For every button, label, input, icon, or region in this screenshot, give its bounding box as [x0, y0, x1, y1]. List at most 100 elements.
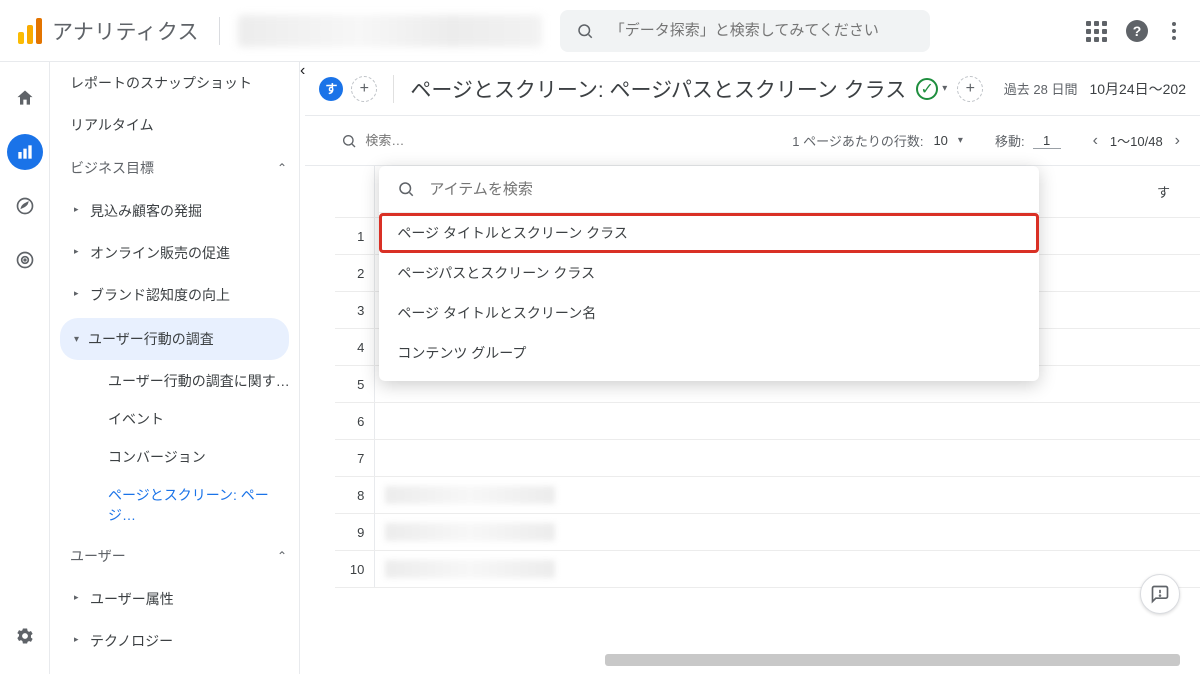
rows-per-page-label: 1 ページあたりの行数:	[792, 131, 923, 150]
data-table: す 12345678910 ページ タイトルとスクリーン クラス ページパスとス…	[305, 166, 1200, 588]
table-row[interactable]: 9	[335, 514, 1200, 551]
nav-advertising-icon[interactable]	[7, 242, 43, 278]
nav-home-icon[interactable]	[7, 80, 43, 116]
dimension-picker-popover: ページ タイトルとスクリーン クラス ページパスとスクリーン クラス ページ タ…	[379, 166, 1039, 381]
apps-icon[interactable]	[1086, 21, 1106, 41]
search-icon	[576, 22, 594, 40]
table-row[interactable]: 6	[335, 403, 1200, 440]
dimension-option-page-path-screen-class[interactable]: ページパスとスクリーン クラス	[379, 253, 1039, 293]
report-titlebar: す + ページとスクリーン: ページパスとスクリーン クラス ✓ ▾ + 過去 …	[305, 62, 1200, 116]
table-search[interactable]	[341, 133, 485, 149]
next-page-button[interactable]: ›	[1169, 128, 1186, 154]
sidebar-item-label: 見込み顧客の発掘	[90, 201, 202, 221]
segment-badge[interactable]: す	[319, 77, 343, 101]
sidebar-group-label: ビジネス目標	[70, 158, 154, 178]
nav-admin-icon[interactable]	[7, 618, 43, 654]
sidebar-item-pages-screens[interactable]: ページとスクリーン: ページ…	[100, 476, 299, 534]
sidebar-group-users[interactable]: ユーザー ⌃	[50, 534, 299, 578]
divider	[393, 75, 394, 103]
pager: ‹ 1〜10/48 ›	[1087, 128, 1186, 154]
nav-reports-icon[interactable]	[7, 134, 43, 170]
header-actions: ?	[1086, 18, 1190, 44]
row-number: 9	[335, 514, 375, 550]
rows-per-page-value: 10	[929, 133, 951, 149]
sidebar-item-label: ページとスクリーン: ページ…	[108, 485, 291, 525]
prev-page-button[interactable]: ‹	[1087, 128, 1104, 154]
sidebar-item-label: ユーザー行動の調査	[88, 329, 214, 349]
row-number: 7	[335, 440, 375, 476]
status-check-icon[interactable]: ✓	[916, 78, 938, 100]
feedback-button[interactable]	[1140, 574, 1180, 614]
row-number: 3	[335, 292, 375, 328]
option-label: ページパスとスクリーン クラス	[397, 265, 595, 281]
sidebar-item-label: テクノロジー	[90, 631, 173, 651]
row-number: 2	[335, 255, 375, 291]
dimension-option-page-title-screen-name[interactable]: ページ タイトルとスクリーン名	[379, 293, 1039, 333]
product-logo[interactable]: アナリティクス	[10, 16, 207, 46]
row-number: 8	[335, 477, 375, 513]
row-number: 5	[335, 366, 375, 402]
sidebar-item-label: レポートのスナップショット	[70, 73, 252, 93]
sort-column-header[interactable]: す	[1157, 182, 1200, 201]
table-corner	[335, 166, 375, 217]
sidebar-item-behavior-insight[interactable]: ユーザー行動の調査に関す…	[100, 362, 299, 400]
dimension-option-page-title-screen-class[interactable]: ページ タイトルとスクリーン クラス	[379, 213, 1039, 253]
sidebar-realtime[interactable]: リアルタイム	[50, 104, 299, 146]
row-content-redacted	[385, 523, 555, 541]
sidebar-item-sales[interactable]: オンライン販売の促進	[82, 232, 299, 274]
global-search[interactable]	[560, 10, 930, 52]
dimension-search-input[interactable]	[429, 181, 1021, 198]
row-content-redacted	[385, 486, 555, 504]
feedback-icon	[1150, 584, 1170, 604]
help-icon[interactable]: ?	[1126, 20, 1148, 42]
product-name: アナリティクス	[52, 16, 199, 46]
report-title: ページとスクリーン: ページパスとスクリーン クラス	[410, 74, 906, 104]
analytics-logo-icon	[18, 18, 44, 44]
jump-to-row[interactable]: 移動: 1	[995, 131, 1061, 150]
overflow-menu-icon[interactable]	[1168, 18, 1180, 44]
date-range[interactable]: 10月24日〜202	[1089, 79, 1186, 99]
global-search-input[interactable]	[610, 22, 914, 39]
date-period-label: 過去 28 日間	[1004, 79, 1078, 98]
nav-explore-icon[interactable]	[7, 188, 43, 224]
sidebar-item-events[interactable]: イベント	[100, 400, 299, 438]
add-comparison-button[interactable]: +	[957, 76, 983, 102]
sidebar-item-label: オンライン販売の促進	[90, 243, 230, 263]
option-label: ページ タイトルとスクリーン クラス	[397, 225, 628, 241]
table-row[interactable]: 8	[335, 477, 1200, 514]
account-selector[interactable]	[232, 11, 542, 51]
search-icon	[397, 180, 415, 198]
sidebar-group-business[interactable]: ビジネス目標 ⌃	[50, 146, 299, 190]
table-search-input[interactable]	[365, 133, 485, 148]
sidebar-item-label: ブランド認知度の向上	[90, 285, 230, 305]
option-label: ページ タイトルとスクリーン名	[397, 305, 596, 321]
sidebar-item-conversions[interactable]: コンバージョン	[100, 438, 299, 476]
sidebar-item-behavior[interactable]: ▾ユーザー行動の調査	[60, 318, 289, 360]
report-sidebar: レポートのスナップショット リアルタイム ビジネス目標 ⌃ 見込み顧客の発掘 オ…	[50, 62, 300, 674]
sidebar-item-label: コンバージョン	[108, 447, 206, 467]
chevron-down-icon[interactable]: ▾	[942, 83, 947, 94]
dimension-option-content-group[interactable]: コンテンツ グループ	[379, 333, 1039, 373]
table-row[interactable]: 7	[335, 440, 1200, 477]
sidebar-item-leads[interactable]: 見込み顧客の発掘	[82, 190, 299, 232]
row-number: 10	[335, 551, 375, 587]
row-number: 6	[335, 403, 375, 439]
add-segment-button[interactable]: +	[351, 76, 377, 102]
horizontal-scrollbar[interactable]	[605, 654, 1180, 666]
table-row[interactable]: 10	[335, 551, 1200, 588]
sidebar-item-label: イベント	[108, 409, 164, 429]
row-number: 4	[335, 329, 375, 365]
rows-per-page[interactable]: 1 ページあたりの行数: 10 ▾	[792, 131, 963, 150]
sidebar-item-user-attributes[interactable]: ユーザー属性	[82, 578, 299, 620]
sidebar-item-label: ユーザー属性	[90, 589, 174, 609]
top-header: アナリティクス ?	[0, 0, 1200, 62]
sidebar-snapshot[interactable]: レポートのスナップショット	[50, 62, 299, 104]
sidebar-item-brand[interactable]: ブランド認知度の向上	[82, 274, 299, 316]
search-icon	[341, 133, 357, 149]
jump-value[interactable]: 1	[1033, 133, 1061, 149]
dimension-search[interactable]	[379, 166, 1039, 213]
account-name-redacted	[238, 15, 542, 47]
sidebar-item-technology[interactable]: テクノロジー	[82, 620, 299, 662]
main-content: す + ページとスクリーン: ページパスとスクリーン クラス ✓ ▾ + 過去 …	[305, 62, 1200, 674]
chevron-down-icon: ▾	[958, 135, 963, 146]
